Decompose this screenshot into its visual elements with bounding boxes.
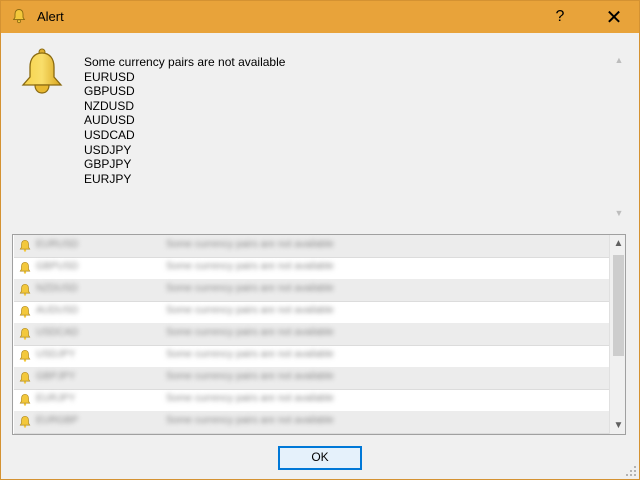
alert-text: Some currency pairs are not available [166,393,334,404]
list-item[interactable]: USDCAD Some currency pairs are not avail… [14,323,609,346]
pair-item: USDCAD [84,127,135,142]
bell-icon [21,48,63,94]
alerts-list[interactable]: EURUSD Some currency pairs are not avail… [12,234,626,435]
alert-symbol: USDJPY [36,349,76,360]
scroll-up-icon[interactable]: ▲ [613,55,625,65]
alert-symbol: NZDUSD [36,283,78,294]
help-button[interactable]: ? [537,1,583,33]
list-item[interactable]: AUDUSD Some currency pairs are not avail… [14,301,609,324]
pair-item: AUDUSD [84,113,135,128]
bell-icon [19,327,31,340]
list-item[interactable]: EURGBP Some currency pairs are not avail… [14,411,609,434]
list-item[interactable]: EURUSD Some currency pairs are not avail… [14,235,609,258]
scroll-down-icon[interactable]: ▼ [613,208,625,218]
alert-symbol: GBPJPY [36,371,76,382]
scroll-down-icon[interactable]: ▼ [610,417,625,434]
bell-icon [19,371,31,384]
bell-icon [19,393,31,406]
close-button[interactable]: ✕ [591,1,637,33]
alert-symbol: EURUSD [36,239,79,250]
window-title: Alert [37,9,64,24]
list-item[interactable]: USDJPY Some currency pairs are not avail… [14,345,609,368]
bell-icon [19,305,31,318]
title-bar[interactable]: Alert ? ✕ [1,1,639,33]
alert-window: Alert ? ✕ Some currency pairs are not av… [0,0,640,480]
message-scrollbar[interactable]: ▲ ▼ [613,53,625,223]
bell-icon [19,415,31,428]
pair-item: EURJPY [84,171,132,186]
alert-message: Some currency pairs are not available EU… [84,55,285,186]
alert-symbol: EURGBP [36,415,79,426]
alert-text: Some currency pairs are not available [166,327,334,338]
alert-text: Some currency pairs are not available [166,283,334,294]
bell-icon [12,9,26,24]
alert-text: Some currency pairs are not available [166,261,334,272]
bell-icon [19,283,31,296]
pair-item: NZDUSD [84,98,134,113]
pair-item: USDJPY [84,142,132,157]
alert-symbol: GBPUSD [36,261,79,272]
alert-symbol: AUDUSD [36,305,79,316]
bell-icon [19,349,31,362]
alert-symbol: USDCAD [36,327,79,338]
ok-button[interactable]: OK [278,446,362,470]
scrollbar-thumb[interactable] [613,255,624,356]
alert-text: Some currency pairs are not available [166,305,334,316]
alert-text: Some currency pairs are not available [166,349,334,360]
list-scrollbar[interactable]: ▲ ▼ [609,235,625,434]
alert-text: Some currency pairs are not available [166,415,334,426]
alert-symbol: EURJPY [36,393,76,404]
bell-icon [19,239,31,252]
pair-item: GBPJPY [84,157,132,172]
list-item[interactable]: EURJPY Some currency pairs are not avail… [14,389,609,412]
list-item[interactable]: NZDUSD Some currency pairs are not avail… [14,279,609,302]
scroll-up-icon[interactable]: ▲ [610,235,625,252]
pair-item: EURUSD [84,69,135,84]
alert-text: Some currency pairs are not available [166,239,334,250]
list-item[interactable]: GBPJPY Some currency pairs are not avail… [14,367,609,390]
bell-icon [19,261,31,274]
list-item[interactable]: GBPUSD Some currency pairs are not avail… [14,257,609,280]
message-heading: Some currency pairs are not available [84,55,286,69]
pair-item: GBPUSD [84,84,135,99]
alert-text: Some currency pairs are not available [166,371,334,382]
resize-grip-icon[interactable] [625,465,637,477]
message-area: Some currency pairs are not available EU… [9,41,629,225]
